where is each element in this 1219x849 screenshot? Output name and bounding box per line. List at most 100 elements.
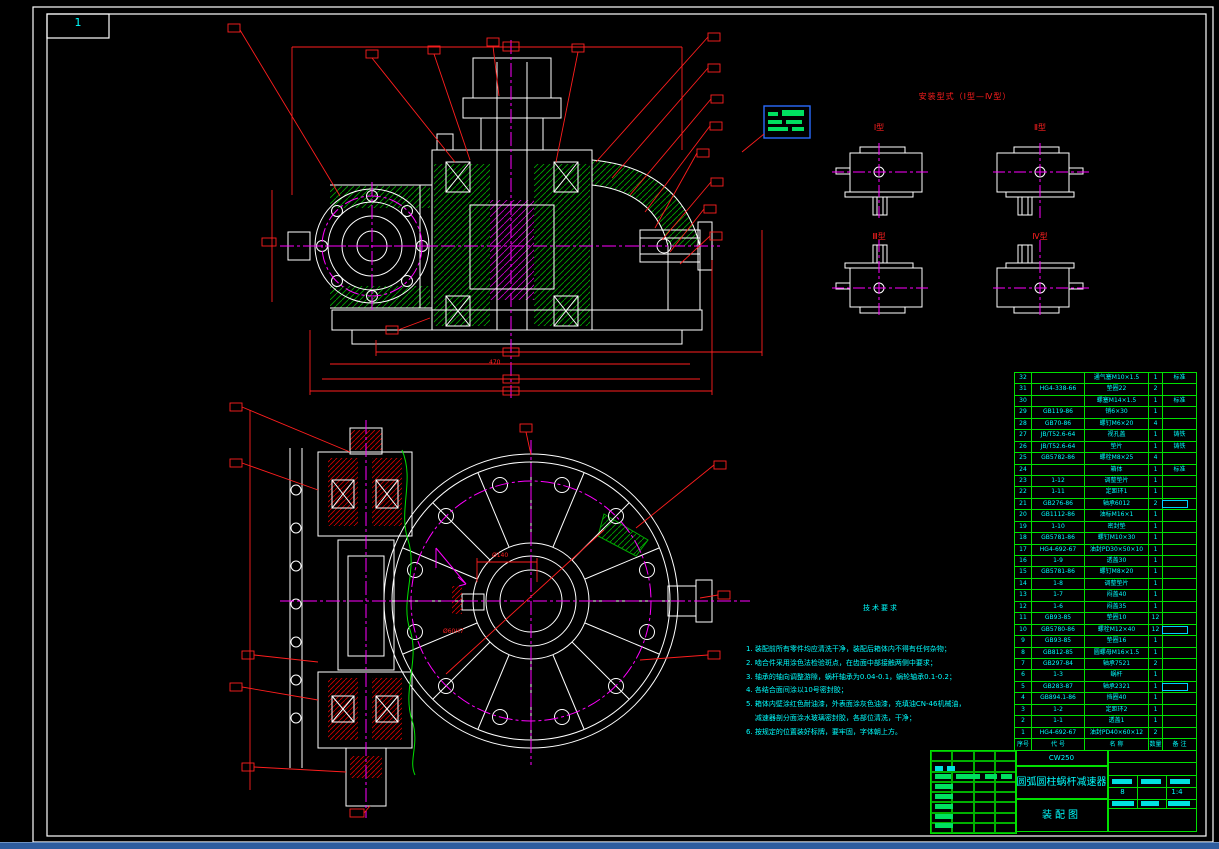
bom-cell-remark: [1162, 600, 1197, 613]
bom-cell-qty: 1: [1148, 555, 1162, 567]
bom-cell-qty: 1: [1148, 429, 1162, 441]
bom-cell-name: 视孔盖: [1084, 429, 1148, 441]
install-type-views: [832, 143, 1089, 316]
bom-cell-no: 9: [1014, 635, 1031, 647]
bom-row: 25 GB5782-86 螺栓M8×25 4: [1014, 452, 1197, 464]
cad-drawing-screen[interactable]: 1 安装型式（Ⅰ型—Ⅳ型） Ⅰ型 Ⅱ型 Ⅲ型 Ⅳ型 470 Ø140 Ø60H7…: [0, 0, 1219, 849]
bom-cell-qty: 1: [1148, 532, 1162, 544]
bom-row: 12 1-6 闷盖35 1: [1014, 600, 1197, 613]
bom-cell-no: 1: [1014, 726, 1031, 738]
bom-row: 14 1-8 调整垫片 1: [1014, 577, 1197, 590]
bom-cell-code: GB5780-86: [1031, 623, 1084, 636]
bom-cell-no: 24: [1014, 463, 1031, 475]
bom-cell-no: 8: [1014, 646, 1031, 658]
bom-header-qty: 数量: [1148, 738, 1162, 750]
bom-cell-name: 闷盖35: [1084, 600, 1148, 613]
bom-cell-qty: 1: [1148, 577, 1162, 590]
bom-cell-code: 1-12: [1031, 474, 1084, 487]
bom-cell-code: GB93-85: [1031, 612, 1084, 624]
bom-cell-no: 16: [1014, 555, 1031, 567]
bom-cell-code: GB297-84: [1031, 657, 1084, 670]
bom-cell-qty: 1: [1148, 566, 1162, 578]
bom-row: 24 箱体 1 标准: [1014, 463, 1197, 475]
top-sectional-view: [280, 40, 720, 398]
bom-cell-qty: 12: [1148, 623, 1162, 636]
title-block-mark: [1141, 801, 1159, 806]
bom-cell-remark: [1162, 555, 1197, 567]
bom-cell-code: GB70-86: [1031, 417, 1084, 430]
bom-cell-no: 31: [1014, 383, 1031, 395]
bom-cell-code: GB276-86: [1031, 497, 1084, 510]
bom-cell-code: HG4-338-66: [1031, 383, 1084, 395]
bom-cell-code: GB283-87: [1031, 680, 1084, 693]
bom-cell-name: 螺钉M8×20: [1084, 566, 1148, 578]
selection-box-bearing-7521[interactable]: [1162, 626, 1188, 634]
bom-cell-code: 1-11: [1031, 486, 1084, 498]
bom-cell-qty: 4: [1148, 417, 1162, 430]
bom-row: 8 GB812-85 圆螺母M16×1.5 1: [1014, 646, 1197, 658]
bom-cell-name: 调整垫片: [1084, 474, 1148, 487]
bom-cell-name: 轴承7521: [1084, 657, 1148, 670]
bom-row: 16 1-9 透盖30 1: [1014, 555, 1197, 567]
bottom-front-view: [280, 420, 750, 818]
bom-cell-no: 30: [1014, 394, 1031, 407]
bom-cell-remark: [1162, 692, 1197, 704]
bom-cell-no: 17: [1014, 543, 1031, 555]
bom-cell-qty: 1: [1148, 646, 1162, 658]
bom-cell-name: 垫圈16: [1084, 635, 1148, 647]
bom-cell-qty: 4: [1148, 452, 1162, 464]
bom-cell-code: 1-3: [1031, 669, 1084, 681]
bom-row: 26 JB/T52.6-64 垫片 1 铸铁: [1014, 440, 1197, 453]
bom-cell-no: 25: [1014, 452, 1031, 464]
bom-cell-remark: [1162, 715, 1197, 727]
selection-box-bearing-6012[interactable]: [1162, 500, 1188, 508]
bom-cell-name: 油封PD40×60×12: [1084, 726, 1148, 738]
bom-row: 1 HG4-692-67 油封PD40×60×12 2: [1014, 726, 1197, 738]
bom-cell-code: GB894.1-86: [1031, 692, 1084, 704]
bom-cell-remark: [1162, 657, 1197, 670]
bom-cell-remark: [1162, 646, 1197, 658]
title-block-signature-grid: [930, 750, 1017, 834]
bom-row: 31 HG4-338-66 垫圈22 2: [1014, 383, 1197, 395]
bom-cell-name: 垫圈10: [1084, 612, 1148, 624]
revision-stamp: [741, 105, 811, 153]
bom-header: 序号 代 号 名 称 数量 备 注: [1014, 738, 1197, 751]
sheet-number: 8: [1120, 788, 1125, 796]
bom-cell-remark: 标准: [1162, 463, 1197, 475]
bom-cell-no: 21: [1014, 497, 1031, 510]
title-block-mark: [1168, 801, 1190, 806]
bom-cell-code: [1031, 394, 1084, 407]
bom-row: 32 通气塞M10×1.5 1 标准: [1014, 372, 1197, 384]
bom-cell-no: 2: [1014, 715, 1031, 727]
bom-cell-name: 轴承6012: [1084, 497, 1148, 510]
bom-cell-code: GB5782-86: [1031, 452, 1084, 464]
bom-cell-remark: [1162, 589, 1197, 601]
install-type-label-4: Ⅳ型: [1032, 232, 1048, 241]
technical-note-line: 3. 轴承的轴向调整游隙，蜗杆轴承为0.04-0.1，蜗轮轴承0.1-0.2；: [746, 672, 956, 681]
wheel-outline: [383, 453, 713, 749]
bom-cell-no: 7: [1014, 657, 1031, 670]
bom-cell-code: JB/T52.6-64: [1031, 440, 1084, 453]
bom-cell-remark: 标准: [1162, 372, 1197, 384]
bom-row: 17 HG4-692-67 油封PD30×50×10 1: [1014, 543, 1197, 555]
window-bottom-edge: [0, 842, 1219, 849]
bom-cell-name: 定距环2: [1084, 703, 1148, 716]
bom-cell-remark: [1162, 566, 1197, 578]
bom-cell-code: GB812-85: [1031, 646, 1084, 658]
bom-cell-no: 11: [1014, 612, 1031, 624]
install-type-label-3: Ⅲ型: [872, 232, 886, 241]
bom-cell-remark: 铸铁: [1162, 429, 1197, 441]
bom-cell-code: [1031, 372, 1084, 384]
signature-mark: [985, 774, 997, 779]
bom-cell-no: 6: [1014, 669, 1031, 681]
bom-cell-name: 垫圈22: [1084, 383, 1148, 395]
bom-header-no: 序号: [1014, 738, 1031, 750]
bom-cell-qty: 1: [1148, 394, 1162, 407]
bom-cell-qty: 1: [1148, 406, 1162, 418]
selection-box-bearing-2321[interactable]: [1162, 683, 1188, 691]
signature-mark: [935, 784, 953, 789]
bom-cell-qty: 1: [1148, 463, 1162, 475]
bom-cell-name: 销6×30: [1084, 406, 1148, 418]
bom-cell-code: [1031, 463, 1084, 475]
dim-overall-width: 470: [489, 359, 501, 366]
